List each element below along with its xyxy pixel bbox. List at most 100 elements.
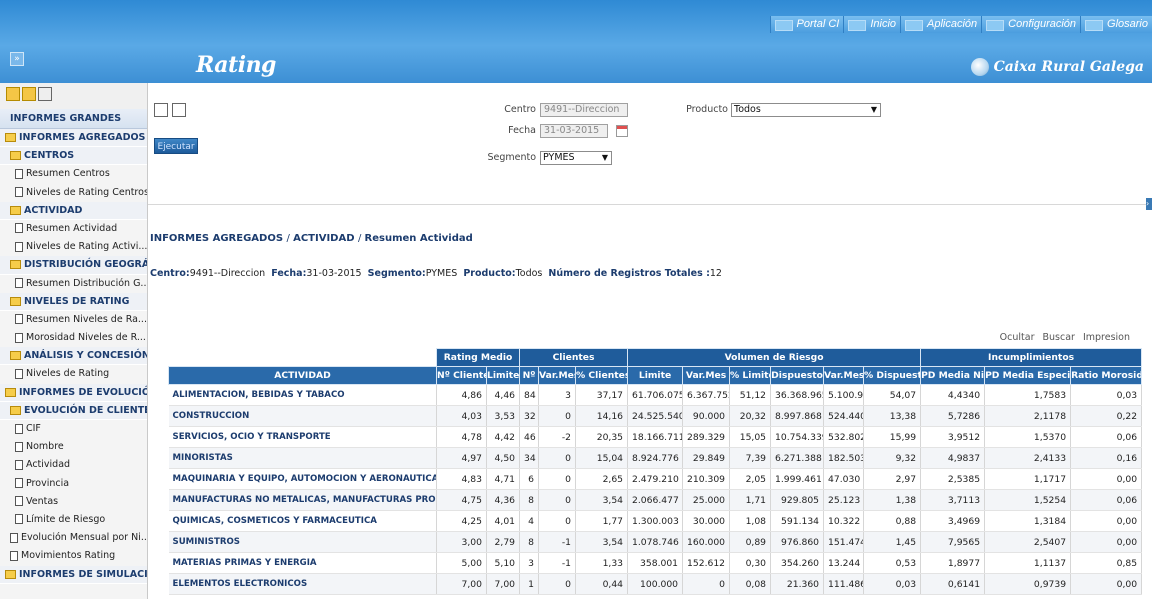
table-body: ALIMENTACION, BEBIDAS Y TABACO 4,86 4,46 84… bbox=[168, 384, 1143, 595]
calendar-icon[interactable] bbox=[616, 125, 628, 137]
sidebar-item[interactable]: NIVELES DE RATING bbox=[0, 292, 147, 311]
column-header[interactable]: Limite bbox=[627, 366, 684, 385]
table-row[interactable]: ALIMENTACION, BEBIDAS Y TABACO 4,86 4,46 84… bbox=[168, 384, 1143, 406]
document-icon[interactable] bbox=[172, 103, 186, 117]
value-cell: 6.367.752 bbox=[682, 384, 731, 406]
column-header[interactable]: ACTIVIDAD bbox=[168, 366, 437, 385]
value-cell: 1,45 bbox=[863, 531, 922, 553]
value-cell: 13,38 bbox=[863, 405, 922, 427]
sidebar-root[interactable]: INFORMES GRANDES EMP... bbox=[0, 109, 147, 144]
sidebar-item[interactable]: INFORMES DE SIMULACI... bbox=[0, 565, 147, 584]
value-cell: 0,6141 bbox=[920, 573, 986, 595]
table-row[interactable]: CONSTRUCCION 4,03 3,53 32 0 14,16 24.525.540 90… bbox=[168, 405, 1143, 427]
sidebar-item[interactable]: INFORMES DE EVOLUCIÓN bbox=[0, 383, 147, 402]
sidebar-item[interactable]: ANÁLISIS Y CONCESIÓN bbox=[0, 347, 147, 366]
segmento-select[interactable]: PYMES ▼ bbox=[540, 151, 612, 165]
sidebar-item[interactable]: CENTROS bbox=[0, 147, 147, 166]
table-row[interactable]: SERVICIOS, OCIO Y TRANSPORTE 4,78 4,42 46 -2… bbox=[168, 426, 1143, 448]
column-header[interactable]: Var.Mes bbox=[538, 366, 577, 385]
collapse-icon[interactable]: » bbox=[10, 52, 24, 66]
column-header[interactable]: % Limite bbox=[729, 366, 772, 385]
search-link[interactable]: Buscar bbox=[1042, 332, 1074, 343]
column-header[interactable]: Nº Clientes bbox=[436, 366, 487, 385]
column-header[interactable]: Limite bbox=[485, 366, 521, 385]
sidebar-item[interactable]: Resumen Centros bbox=[0, 165, 147, 183]
sidebar-item[interactable]: EVOLUCIÓN DE CLIENTE bbox=[0, 401, 147, 420]
sidebar-item[interactable]: Niveles de Rating Centros bbox=[0, 184, 147, 202]
column-header[interactable]: % Dispuesto bbox=[863, 366, 922, 385]
fecha-input[interactable]: 31-03-2015 bbox=[540, 124, 608, 138]
column-header[interactable]: PD Media Nivel bbox=[920, 366, 986, 385]
sidebar-item[interactable]: Provincia bbox=[0, 475, 147, 493]
value-cell: 6.271.388 bbox=[770, 447, 825, 469]
table-row[interactable]: QUIMICAS, COSMETICOS Y FARMACEUTICA 4,25 4… bbox=[168, 510, 1143, 532]
table-row[interactable]: MANUFACTURAS NO METALICAS, MANUFACTURAS … bbox=[168, 489, 1143, 511]
sidebar-item[interactable]: Límite de Riesgo bbox=[0, 511, 147, 529]
sidebar-item[interactable]: DISTRIBUCIÓN GEOGRÁ... bbox=[0, 256, 147, 275]
activity-cell[interactable]: SUMINISTROS bbox=[168, 531, 437, 553]
sidebar-item-label: Resumen Actividad bbox=[26, 222, 118, 234]
sidebar-item[interactable]: INFORMES AGREGADOS bbox=[0, 129, 147, 148]
table-row[interactable]: SUMINISTROS 3,00 2,79 8 -1 3,54 1.078.746 160.0… bbox=[168, 531, 1143, 553]
sidebar-item[interactable]: CIF bbox=[0, 420, 147, 438]
sidebar-item[interactable]: Resumen Distribución G... bbox=[0, 275, 147, 293]
print-link[interactable]: Impresion bbox=[1083, 332, 1130, 343]
producto-select[interactable]: Todos ▼ bbox=[731, 103, 881, 117]
breadcrumb-actividad[interactable]: ACTIVIDAD bbox=[293, 233, 354, 244]
sidebar-item[interactable]: Resumen Niveles de Ra... bbox=[0, 311, 147, 329]
column-header[interactable]: Nº bbox=[519, 366, 540, 385]
column-header[interactable]: Var.Mes bbox=[823, 366, 865, 385]
centro-input[interactable]: 9491--Direccion bbox=[540, 103, 628, 117]
nav-inicio[interactable]: Inicio bbox=[843, 16, 901, 33]
group-header-row: Rating Medio Clientes Volumen de Riesgo … bbox=[168, 348, 1143, 367]
sidebar-item[interactable]: Movimientos Rating bbox=[0, 547, 147, 565]
execute-button[interactable]: Ejecutar bbox=[154, 138, 198, 154]
table-row[interactable]: ELEMENTOS ELECTRONICOS 7,00 7,00 1 0 0,44 100.… bbox=[168, 573, 1143, 595]
app-title: Rating bbox=[196, 52, 276, 78]
table-row[interactable]: MINORISTAS 4,97 4,50 34 0 15,04 8.924.776 29.84… bbox=[168, 447, 1143, 469]
activity-cell[interactable]: MATERIAS PRIMAS Y ENERGIA bbox=[168, 552, 437, 574]
print-icon[interactable] bbox=[38, 87, 52, 101]
column-header[interactable]: % Clientes bbox=[575, 366, 629, 385]
chevron-down-icon: ▼ bbox=[870, 105, 877, 114]
activity-cell[interactable]: ALIMENTACION, BEBIDAS Y TABACO bbox=[168, 384, 437, 406]
column-header[interactable]: Ratio Morosidad bbox=[1070, 366, 1143, 385]
nav-glosario[interactable]: Glosario bbox=[1080, 16, 1152, 33]
activity-cell[interactable]: MANUFACTURAS NO METALICAS, MANUFACTURAS … bbox=[168, 489, 437, 511]
breadcrumb-agregados[interactable]: INFORMES AGREGADOS bbox=[150, 233, 283, 244]
export-icon[interactable] bbox=[154, 103, 168, 117]
sidebar-item[interactable]: Actividad bbox=[0, 456, 147, 474]
folder-open-icon[interactable] bbox=[6, 87, 20, 101]
sidebar-item[interactable]: Nombre bbox=[0, 438, 147, 456]
nav-aplicacion[interactable]: Aplicación bbox=[900, 16, 982, 33]
sidebar-item[interactable]: Niveles de Rating Activi... bbox=[0, 238, 147, 256]
nav-portal-ci[interactable]: Portal CI bbox=[769, 16, 844, 33]
activity-cell[interactable]: MAQUINARIA Y EQUIPO, AUTOMOCION Y AERONA… bbox=[168, 468, 437, 490]
sidebar-item[interactable]: Resumen Actividad bbox=[0, 220, 147, 238]
column-header[interactable]: Dispuesto bbox=[770, 366, 825, 385]
brand-logo-icon bbox=[970, 58, 989, 76]
hide-link[interactable]: Ocultar bbox=[1000, 332, 1035, 343]
table-row[interactable]: MAQUINARIA Y EQUIPO, AUTOMOCION Y AERONA… bbox=[168, 468, 1143, 490]
activity-cell[interactable]: QUIMICAS, COSMETICOS Y FARMACEUTICA bbox=[168, 510, 437, 532]
value-cell: 0,00 bbox=[1070, 510, 1143, 532]
value-cell: 4,46 bbox=[486, 384, 521, 406]
sidebar-item[interactable]: Morosidad Niveles de R... bbox=[0, 329, 147, 347]
value-cell: 0,85 bbox=[1070, 552, 1143, 574]
column-header[interactable]: Var.Mes bbox=[682, 366, 731, 385]
sidebar-item[interactable]: Ventas bbox=[0, 493, 147, 511]
sidebar-item[interactable]: ACTIVIDAD bbox=[0, 201, 147, 220]
activity-cell[interactable]: SERVICIOS, OCIO Y TRANSPORTE bbox=[168, 426, 437, 448]
sidebar-item[interactable]: Niveles de Rating bbox=[0, 365, 147, 383]
panel-toggle-icon[interactable]: › bbox=[1146, 198, 1152, 210]
group-empty bbox=[168, 348, 437, 367]
value-cell: 3,53 bbox=[486, 405, 521, 427]
folder-closed-icon[interactable] bbox=[22, 87, 36, 101]
activity-cell[interactable]: ELEMENTOS ELECTRONICOS bbox=[168, 573, 437, 595]
nav-configuracion[interactable]: Configuración bbox=[981, 16, 1081, 33]
table-row[interactable]: MATERIAS PRIMAS Y ENERGIA 5,00 5,10 3 -1 1,33… bbox=[168, 552, 1143, 574]
activity-cell[interactable]: CONSTRUCCION bbox=[168, 405, 437, 427]
activity-cell[interactable]: MINORISTAS bbox=[168, 447, 437, 469]
sidebar-item[interactable]: Evolución Mensual por Ni... bbox=[0, 529, 147, 547]
column-header[interactable]: PD Media Especifica bbox=[984, 366, 1072, 385]
